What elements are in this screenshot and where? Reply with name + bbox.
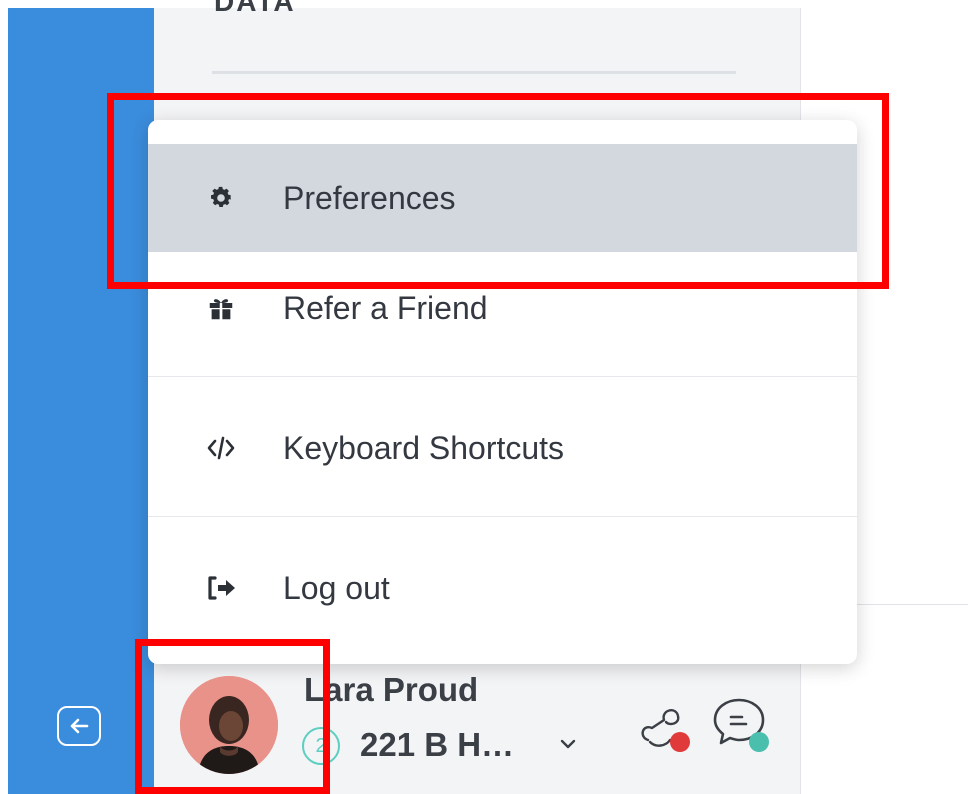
menu-item-label: Refer a Friend xyxy=(283,289,488,326)
menu-item-log-out[interactable]: Log out xyxy=(148,534,857,642)
left-rail xyxy=(8,8,154,794)
org-number-badge: 2 xyxy=(302,727,340,765)
connection-status-icon[interactable] xyxy=(636,698,694,761)
menu-item-keyboard-shortcuts[interactable]: Keyboard Shortcuts xyxy=(148,394,857,502)
collapse-sidebar-button[interactable] xyxy=(57,706,101,746)
avatar-photo xyxy=(180,676,278,774)
user-avatar[interactable] xyxy=(180,676,278,774)
menu-item-label: Log out xyxy=(283,569,390,606)
menu-divider xyxy=(148,516,857,517)
sidebar-divider xyxy=(212,71,736,74)
chevron-down-icon[interactable] xyxy=(558,736,578,757)
menu-item-refer-a-friend[interactable]: Refer a Friend xyxy=(148,254,857,362)
sidebar-section-label: DATA xyxy=(214,0,296,17)
gear-icon xyxy=(203,180,239,216)
menu-item-preferences[interactable]: Preferences xyxy=(148,144,857,252)
user-menu-dropdown: Preferences Refer a Friend Keyboard Shor… xyxy=(148,120,857,664)
code-icon xyxy=(203,430,239,466)
arrow-left-icon xyxy=(70,718,89,734)
user-name[interactable]: Lara Proud xyxy=(304,671,478,709)
org-name[interactable]: 221 B H… xyxy=(360,726,514,764)
gift-icon xyxy=(203,290,239,326)
chat-status-icon[interactable] xyxy=(710,694,774,763)
menu-item-label: Preferences xyxy=(283,179,456,216)
menu-item-label: Keyboard Shortcuts xyxy=(283,429,565,466)
org-number: 2 xyxy=(315,734,327,757)
logout-icon xyxy=(203,570,239,606)
menu-divider xyxy=(148,376,857,377)
